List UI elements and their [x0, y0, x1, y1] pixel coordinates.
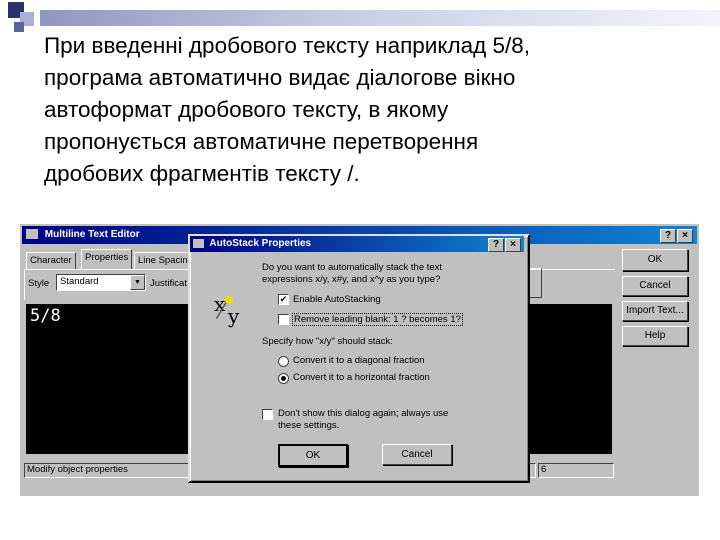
dialog-ok-button[interactable]: OK: [278, 444, 348, 467]
dialog-titlebar: AutoStack Properties: [190, 236, 524, 252]
dont-show-again-checkbox[interactable]: [262, 409, 273, 420]
dont-show-again-line-1: Don't show this dialog again; always use: [278, 408, 449, 419]
horizontal-fraction-label: Convert it to a horizontal fraction: [293, 372, 430, 383]
style-select[interactable]: Standard ▼: [56, 274, 146, 291]
slide-line-2: програма автоматично видає діалогове вік…: [44, 65, 516, 90]
chevron-down-icon: ▼: [130, 275, 145, 290]
diagonal-fraction-label: Convert it to a diagonal fraction: [293, 355, 425, 366]
application-screenshot: Multiline Text Editor ? × Character Prop…: [20, 224, 699, 496]
status-bar-right: 6: [538, 463, 614, 478]
mtext-close-button[interactable]: ×: [677, 229, 693, 243]
tab-properties[interactable]: Properties: [81, 249, 133, 270]
status-right-text: 6: [541, 464, 547, 475]
import-text-button[interactable]: Import Text...: [622, 301, 688, 321]
highlight-icon: [225, 296, 233, 304]
justification-label: Justificat: [150, 278, 187, 289]
slide-body-text: При введенні дробового тексту наприклад …: [44, 30, 694, 190]
remove-leading-blank-checkbox[interactable]: [278, 314, 289, 325]
mtext-app-icon: [26, 229, 38, 240]
decoration-square-mid: [14, 22, 24, 32]
dialog-cancel-button[interactable]: Cancel: [382, 444, 452, 465]
ok-button[interactable]: OK: [622, 249, 688, 271]
dont-show-again-line-2: these settings.: [278, 420, 340, 431]
remove-leading-blank-label: Remove leading blank: 1 ? becomes 1?: [292, 313, 463, 326]
autostack-dialog: AutoStack Properties ? × x ⁄ y Do you wa…: [188, 234, 530, 483]
dialog-app-icon: [193, 238, 204, 248]
question-line-1: Do you want to automatically stack the t…: [262, 262, 443, 273]
stack-fraction-icon: x ⁄ y: [214, 292, 240, 328]
status-text: Modify object properties: [27, 464, 128, 475]
diagonal-fraction-radio[interactable]: [278, 356, 289, 367]
style-value: Standard: [60, 276, 99, 287]
enable-autostacking-checkbox[interactable]: ✔: [278, 294, 289, 305]
question-line-2: expressions x/y, x#y, and x^y as you typ…: [262, 274, 441, 285]
mtext-title: Multiline Text Editor: [44, 229, 140, 240]
slide-line-4: пропонується автоматичне перетворення: [44, 129, 479, 154]
dialog-title: AutoStack Properties: [209, 238, 312, 249]
slide-line-5: дробових фрагментів тексту /.: [44, 161, 360, 186]
slide-line-1: При введенні дробового тексту наприклад …: [44, 33, 530, 58]
specify-label: Specify how "x/y" should stack:: [262, 336, 393, 347]
decoration-gradient-bar: [40, 10, 720, 26]
cancel-button[interactable]: Cancel: [622, 276, 688, 296]
mtext-help-button[interactable]: ?: [660, 229, 676, 243]
tab-character[interactable]: Character: [26, 252, 76, 270]
dialog-close-button[interactable]: ×: [505, 238, 521, 252]
editor-text: 5/8: [30, 306, 61, 326]
slide-line-3: автоформат дробового тексту, в якому: [44, 97, 449, 122]
style-label: Style: [28, 278, 50, 289]
horizontal-fraction-radio[interactable]: [278, 373, 289, 384]
tab-line-spacing[interactable]: Line Spacin: [134, 252, 192, 270]
help-button[interactable]: Help: [622, 326, 688, 346]
enable-autostacking-label: Enable AutoStacking: [293, 294, 381, 305]
dialog-help-button[interactable]: ?: [488, 238, 504, 252]
